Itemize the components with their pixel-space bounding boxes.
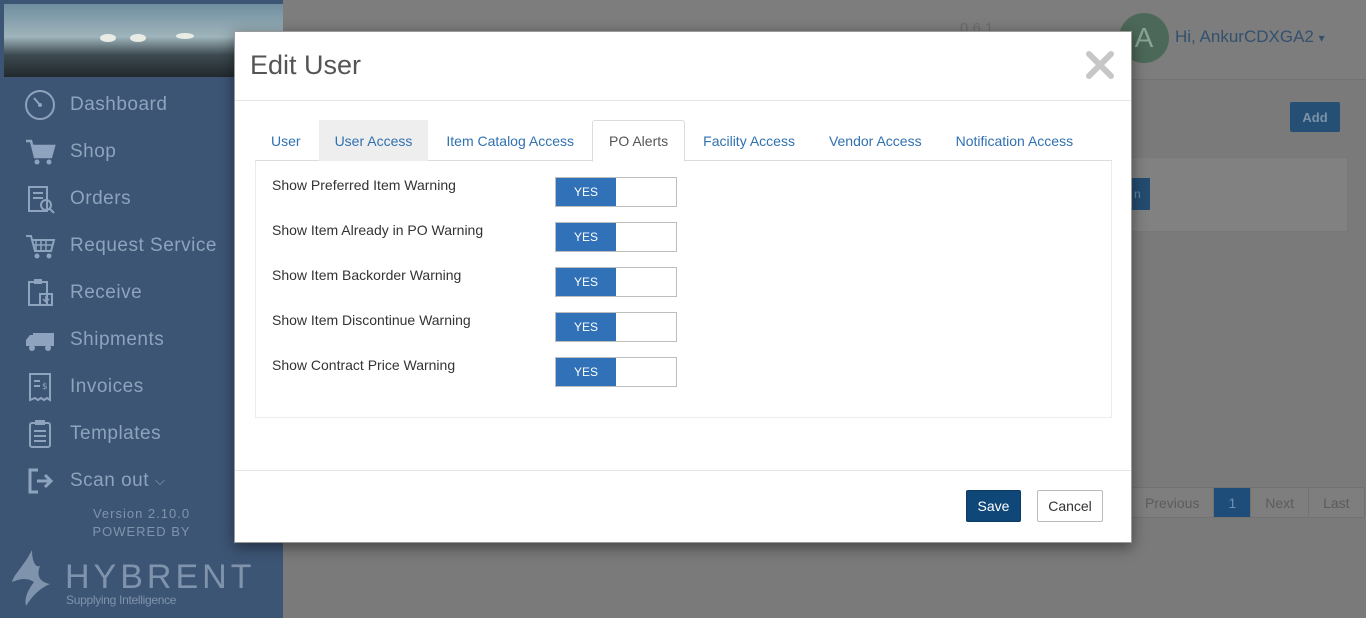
truck-icon — [22, 324, 58, 356]
po-alerts-pane: Show Preferred Item Warning YES Show Ite… — [255, 161, 1112, 418]
pagination-previous[interactable]: Previous — [1130, 487, 1215, 518]
dashboard-icon — [22, 89, 58, 121]
brand-tagline: Supplying Intelligence — [66, 593, 177, 607]
alert-label: Show Item Already in PO Warning — [272, 222, 484, 238]
item-already-in-po-warning-toggle[interactable]: YES — [555, 222, 677, 252]
close-icon — [1086, 51, 1114, 79]
brand-name: HYBRENT — [65, 558, 256, 596]
sidebar-item-label: Dashboard — [70, 93, 168, 115]
alert-row-item-already-in-po: Show Item Already in PO Warning YES — [272, 222, 1092, 252]
item-backorder-warning-toggle[interactable]: YES — [555, 267, 677, 297]
tab-item-catalog-access[interactable]: Item Catalog Access — [430, 120, 590, 161]
background-panel-button[interactable]: n — [1132, 178, 1150, 210]
sidebar-item-label: Templates — [70, 422, 162, 444]
alert-row-contract-price: Show Contract Price Warning YES — [272, 357, 1092, 387]
tab-notification-access[interactable]: Notification Access — [940, 120, 1090, 161]
toggle-yes: YES — [556, 223, 616, 251]
modal-title: Edit User — [250, 50, 362, 80]
item-discontinue-warning-toggle[interactable]: YES — [555, 312, 677, 342]
save-button[interactable]: Save — [966, 490, 1021, 522]
svg-text:$: $ — [42, 382, 48, 392]
pagination-next[interactable]: Next — [1250, 487, 1310, 518]
tab-vendor-access[interactable]: Vendor Access — [813, 120, 938, 161]
toggle-yes: YES — [556, 313, 616, 341]
toggle-yes: YES — [556, 178, 616, 206]
scan-out-icon — [22, 465, 58, 497]
pagination-last[interactable]: Last — [1308, 487, 1365, 518]
pagination-page-1[interactable]: 1 — [1213, 487, 1252, 518]
toggle-off-area — [616, 268, 676, 296]
sidebar-item-label: Invoices — [70, 375, 144, 397]
modal-header: Edit User — [235, 32, 1131, 101]
add-button[interactable]: Add — [1290, 102, 1340, 132]
user-menu[interactable]: Hi, AnkurCDXGA2 ▾ — [1175, 27, 1325, 47]
sidebar-item-label: Shop — [70, 140, 117, 162]
edit-user-modal: Edit User User User Access Item Catalog … — [234, 31, 1132, 543]
toggle-off-area — [616, 223, 676, 251]
background-panel — [1130, 157, 1348, 232]
alert-row-item-backorder: Show Item Backorder Warning YES — [272, 267, 1092, 297]
tab-bar: User User Access Item Catalog Access PO … — [255, 120, 1112, 162]
tab-po-alerts[interactable]: PO Alerts — [592, 120, 686, 162]
cart-icon — [22, 136, 58, 168]
tab-user-access[interactable]: User Access — [318, 120, 429, 161]
user-greeting: Hi, AnkurCDXGA2 — [1175, 27, 1314, 46]
close-button[interactable] — [1085, 50, 1115, 80]
modal-footer: Save Cancel — [235, 470, 1131, 542]
sidebar-item-label: Scan out — [70, 469, 149, 491]
preferred-item-warning-toggle[interactable]: YES — [555, 177, 677, 207]
orders-icon — [22, 183, 58, 215]
toggle-yes: YES — [556, 268, 616, 296]
chevron-down-icon: ⌵ — [155, 472, 166, 488]
invoice-icon: $ — [22, 371, 58, 403]
alert-label: Show Preferred Item Warning — [272, 177, 456, 193]
tab-facility-access[interactable]: Facility Access — [687, 120, 811, 161]
toggle-yes: YES — [556, 358, 616, 386]
service-cart-icon — [22, 230, 58, 262]
toggle-off-area — [616, 313, 676, 341]
pagination: Previous 1 Next Last — [1130, 487, 1365, 518]
brand-logo: HYBRENT Supplying Intelligence — [10, 548, 270, 608]
alert-row-preferred-item: Show Preferred Item Warning YES — [272, 177, 1092, 207]
receive-icon — [22, 277, 58, 309]
toggle-off-area — [616, 358, 676, 386]
sidebar-item-label: Shipments — [70, 328, 165, 350]
caret-down-icon: ▾ — [1318, 31, 1325, 45]
alert-row-item-discontinue: Show Item Discontinue Warning YES — [272, 312, 1092, 342]
brand-mark-icon — [12, 550, 50, 606]
sidebar-item-label: Request Service — [70, 234, 217, 256]
alert-label: Show Contract Price Warning — [272, 357, 456, 373]
sidebar-item-label: Orders — [70, 187, 132, 209]
toggle-off-area — [616, 178, 676, 206]
tab-user[interactable]: User — [255, 120, 317, 161]
clipboard-icon — [22, 418, 58, 450]
alert-label: Show Item Discontinue Warning — [272, 312, 471, 328]
alert-label: Show Item Backorder Warning — [272, 267, 462, 283]
sidebar-item-label: Receive — [70, 281, 143, 303]
contract-price-warning-toggle[interactable]: YES — [555, 357, 677, 387]
cancel-button[interactable]: Cancel — [1037, 490, 1103, 522]
